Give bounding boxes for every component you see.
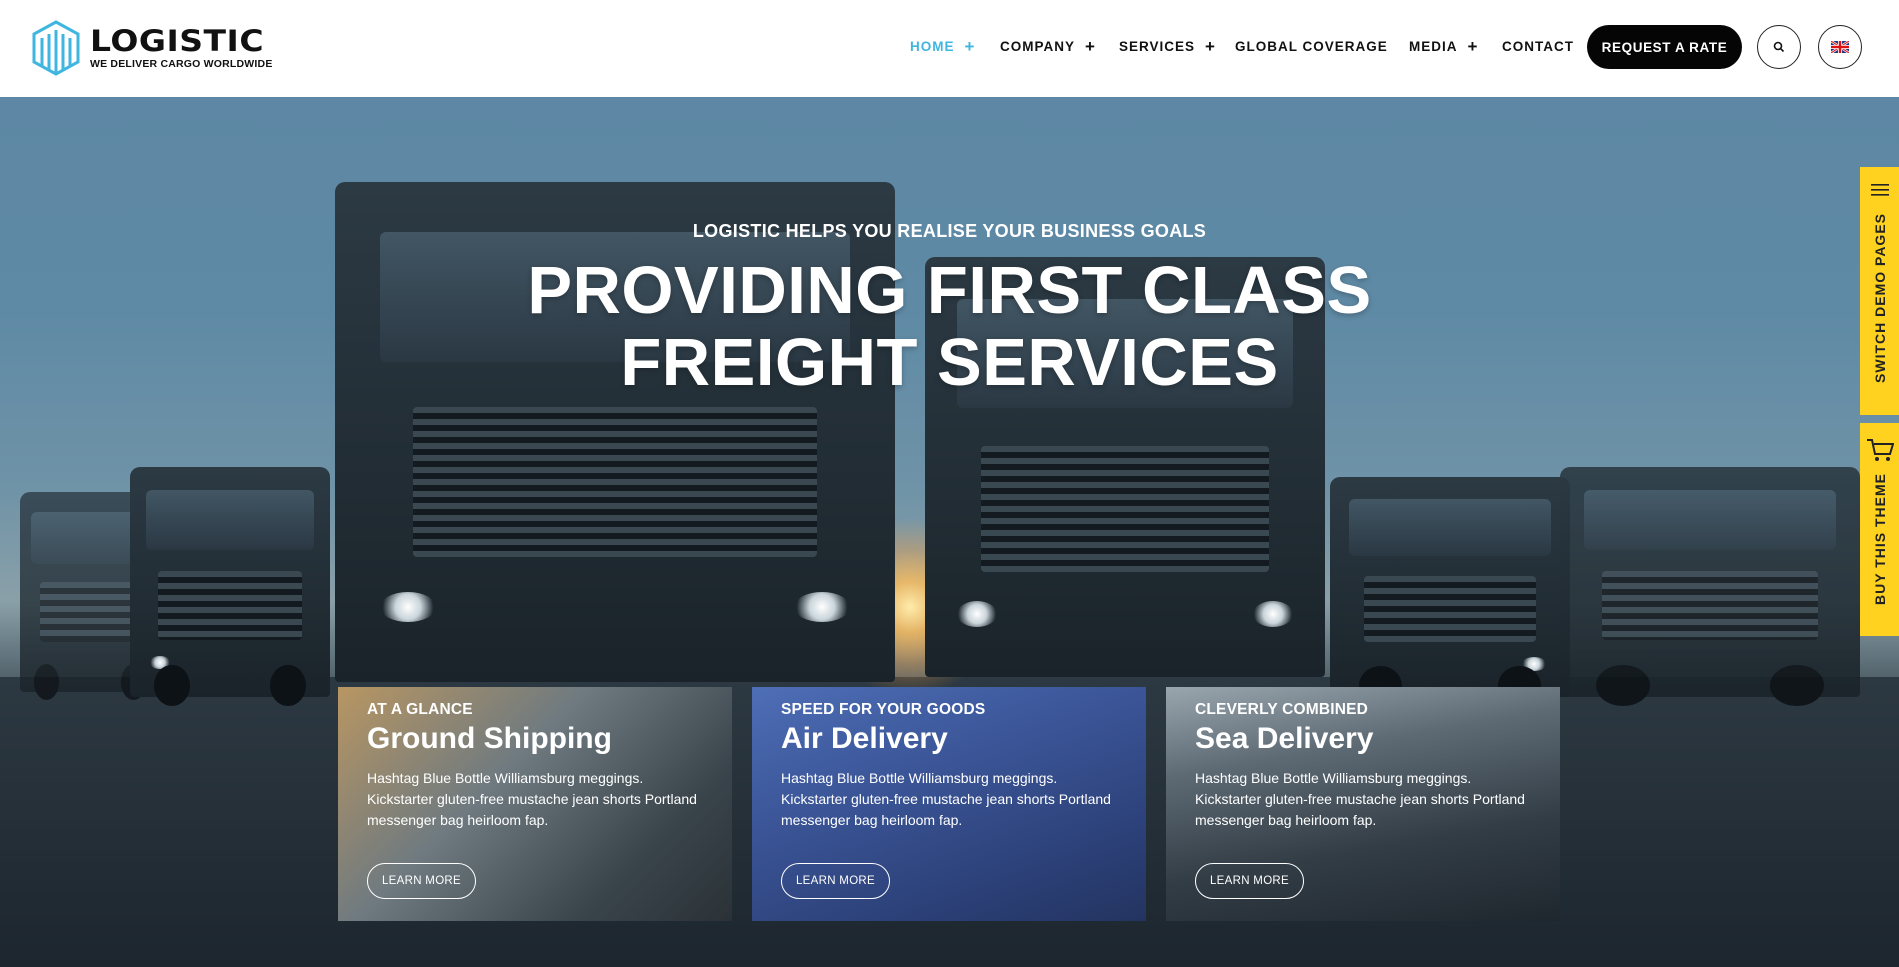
card-kicker: CLEVERLY COMBINED [1195, 701, 1369, 718]
learn-more-button[interactable]: LEARN MORE [367, 863, 476, 899]
nav-item-home[interactable]: HOME + [910, 37, 976, 56]
card-title: Air Delivery [781, 722, 948, 755]
service-card-air: SPEED FOR YOUR GOODS Air Delivery Hashta… [752, 687, 1146, 921]
nav-item-media[interactable]: MEDIA + [1409, 37, 1479, 56]
truck-image [1560, 467, 1860, 707]
card-kicker: SPEED FOR YOUR GOODS [781, 701, 986, 718]
main-nav: HOME + COMPANY + SERVICES + GLOBAL COVER… [0, 0, 1899, 97]
hero-section: LOGISTIC HELPS YOU REALISE YOUR BUSINESS… [0, 97, 1899, 967]
switch-demo-pages-label: SWITCH DEMO PAGES [1871, 213, 1888, 383]
request-rate-button[interactable]: REQUEST A RATE [1587, 25, 1742, 69]
buy-theme-label: BUY THIS THEME [1871, 473, 1888, 605]
nav-label: MEDIA [1409, 39, 1458, 54]
nav-item-services[interactable]: SERVICES + [1119, 37, 1216, 56]
plus-icon: + [1085, 37, 1096, 56]
card-text: Hashtag Blue Bottle Williamsburg megging… [781, 770, 1111, 828]
search-icon [1773, 41, 1785, 53]
nav-item-contact[interactable]: CONTACT [1502, 39, 1574, 54]
site-header: LOGISTIC WE DELIVER CARGO WORLDWIDE HOME… [0, 0, 1899, 97]
buy-theme-tab[interactable]: BUY THIS THEME [1860, 423, 1899, 636]
cart-icon [1866, 439, 1894, 461]
hero-subtitle: LOGISTIC HELPS YOU REALISE YOUR BUSINESS… [692, 221, 1207, 241]
nav-item-company[interactable]: COMPANY + [1000, 37, 1096, 56]
nav-item-global-coverage[interactable]: GLOBAL COVERAGE [1235, 39, 1388, 54]
plus-icon: + [1205, 37, 1216, 56]
nav-label: SERVICES [1119, 39, 1196, 54]
language-button[interactable] [1818, 25, 1862, 69]
nav-label: GLOBAL COVERAGE [1235, 39, 1388, 54]
card-kicker: AT A GLANCE [367, 701, 473, 718]
hero-title: PROVIDING FIRST CLASS FREIGHT SERVICES [0, 255, 1899, 399]
service-card-ground: AT A GLANCE Ground Shipping Hashtag Blue… [338, 687, 732, 921]
card-text: Hashtag Blue Bottle Williamsburg megging… [1195, 770, 1525, 828]
plus-icon: + [964, 37, 976, 56]
nav-label: HOME [910, 39, 955, 54]
learn-more-button[interactable]: LEARN MORE [781, 863, 890, 899]
hero-title-line: PROVIDING FIRST CLASS [527, 253, 1372, 328]
plus-icon: + [1467, 37, 1479, 56]
hero-title-line: FREIGHT SERVICES [620, 325, 1279, 400]
truck-image [1330, 477, 1570, 706]
switch-demo-pages-tab[interactable]: SWITCH DEMO PAGES [1860, 167, 1899, 415]
nav-label: COMPANY [1000, 39, 1076, 54]
nav-label: CONTACT [1502, 39, 1574, 54]
learn-more-button[interactable]: LEARN MORE [1195, 863, 1304, 899]
card-text: Hashtag Blue Bottle Williamsburg megging… [367, 770, 697, 828]
truck-image [130, 467, 330, 707]
card-title: Ground Shipping [367, 722, 612, 755]
search-button[interactable] [1757, 25, 1801, 69]
uk-flag-icon [1831, 41, 1849, 53]
card-title: Sea Delivery [1195, 722, 1374, 755]
menu-icon [1870, 184, 1889, 196]
service-card-sea: CLEVERLY COMBINED Sea Delivery Hashtag B… [1166, 687, 1560, 921]
